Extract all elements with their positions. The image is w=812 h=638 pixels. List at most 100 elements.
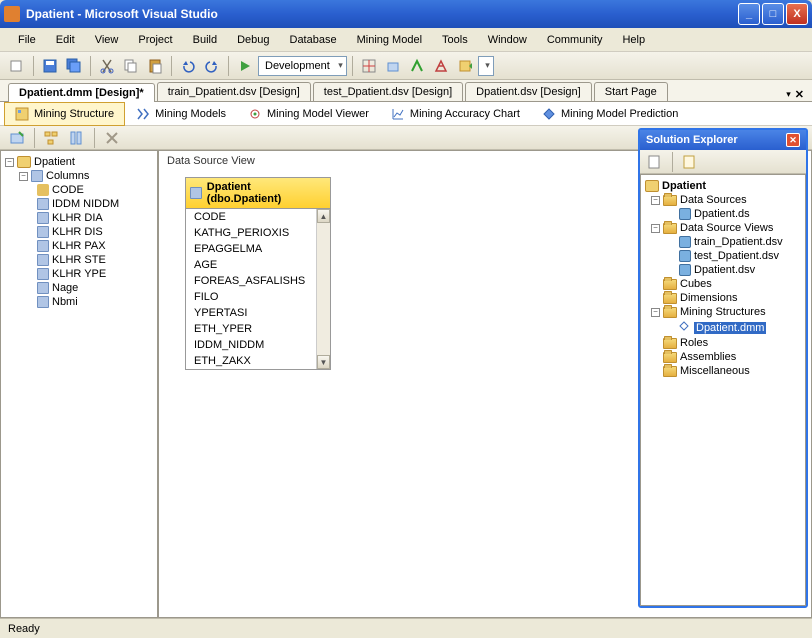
tool-icon[interactable] bbox=[382, 55, 404, 77]
cubes-folder[interactable]: Cubes bbox=[643, 277, 803, 291]
menu-project[interactable]: Project bbox=[128, 32, 182, 48]
save-all-button[interactable] bbox=[63, 55, 85, 77]
dsv-column[interactable]: FILO bbox=[186, 289, 316, 305]
tree-item[interactable]: KLHR DIS bbox=[3, 225, 155, 239]
tree-item[interactable]: KLHR PAX bbox=[3, 239, 155, 253]
redo-button[interactable] bbox=[201, 55, 223, 77]
menu-window[interactable]: Window bbox=[478, 32, 537, 48]
dsv-table-header[interactable]: Dpatient (dbo.Dpatient) bbox=[186, 178, 330, 209]
collapse-icon[interactable]: − bbox=[651, 224, 660, 233]
menu-mining-model[interactable]: Mining Model bbox=[347, 32, 432, 48]
tree-item[interactable]: Nbmi bbox=[3, 295, 155, 309]
tree-item[interactable]: KLHR STE bbox=[3, 253, 155, 267]
ds-item[interactable]: Dpatient.ds bbox=[643, 207, 803, 221]
dsv-folder[interactable]: − Data Source Views bbox=[643, 221, 803, 235]
tab-mining-structure[interactable]: Mining Structure bbox=[4, 102, 125, 126]
process-button[interactable] bbox=[6, 127, 28, 149]
tree-item[interactable]: KLHR DIA bbox=[3, 211, 155, 225]
tab-test-dsv[interactable]: test_Dpatient.dsv [Design] bbox=[313, 82, 463, 101]
close-button[interactable]: X bbox=[786, 3, 808, 25]
project-node[interactable]: Dpatient bbox=[643, 179, 803, 193]
dsv-column[interactable]: FOREAS_ASFALISHS bbox=[186, 273, 316, 289]
new-project-button[interactable] bbox=[6, 55, 28, 77]
tree-item[interactable]: IDDM NIDDM bbox=[3, 197, 155, 211]
tree-root[interactable]: − Dpatient bbox=[3, 155, 155, 169]
dsv-columns-list[interactable]: CODE KATHG_PERIOXIS EPAGGELMA AGE FOREAS… bbox=[186, 209, 330, 369]
dsv-column[interactable]: IDDM_NIDDM bbox=[186, 337, 316, 353]
tool-icon[interactable] bbox=[358, 55, 380, 77]
maximize-button[interactable]: □ bbox=[762, 3, 784, 25]
dsv-table[interactable]: Dpatient (dbo.Dpatient) CODE KATHG_PERIO… bbox=[185, 177, 331, 370]
solution-tree[interactable]: Dpatient − Data Sources Dpatient.ds − Da… bbox=[640, 174, 806, 606]
data-sources-folder[interactable]: − Data Sources bbox=[643, 193, 803, 207]
dsv-column[interactable]: EPAGGELMA bbox=[186, 241, 316, 257]
config-dropdown[interactable]: Development bbox=[258, 56, 347, 76]
show-all-button[interactable] bbox=[679, 151, 701, 173]
dsv-column[interactable]: ETH_YPER bbox=[186, 321, 316, 337]
menu-database[interactable]: Database bbox=[280, 32, 347, 48]
dsv-item[interactable]: train_Dpatient.dsv bbox=[643, 235, 803, 249]
dsv-column[interactable]: AGE bbox=[186, 257, 316, 273]
minimize-button[interactable]: _ bbox=[738, 3, 760, 25]
scrollbar[interactable]: ▲ ▼ bbox=[316, 209, 330, 369]
tab-mining-models[interactable]: Mining Models bbox=[125, 102, 237, 126]
solution-explorer-titlebar[interactable]: Solution Explorer ✕ bbox=[640, 130, 806, 150]
properties-button[interactable] bbox=[644, 151, 666, 173]
collapse-icon[interactable]: − bbox=[5, 158, 14, 167]
scroll-down-icon[interactable]: ▼ bbox=[317, 355, 330, 369]
undo-button[interactable] bbox=[177, 55, 199, 77]
start-button[interactable] bbox=[234, 55, 256, 77]
tab-start-page[interactable]: Start Page bbox=[594, 82, 668, 101]
panel-close-icon[interactable]: ✕ bbox=[786, 133, 800, 147]
dsv-column[interactable]: ETH_ZAKX bbox=[186, 353, 316, 369]
tab-mining-viewer[interactable]: Mining Model Viewer bbox=[237, 102, 380, 126]
tab-dropdown-icon[interactable]: ▾ bbox=[786, 89, 791, 100]
menu-file[interactable]: File bbox=[8, 32, 46, 48]
misc-folder[interactable]: Miscellaneous bbox=[643, 364, 803, 378]
dsv-item[interactable]: test_Dpatient.dsv bbox=[643, 249, 803, 263]
paste-button[interactable] bbox=[144, 55, 166, 77]
tree-view-button[interactable] bbox=[41, 127, 63, 149]
assemblies-folder[interactable]: Assemblies bbox=[643, 350, 803, 364]
collapse-icon[interactable]: − bbox=[651, 308, 660, 317]
menu-debug[interactable]: Debug bbox=[227, 32, 279, 48]
solution-explorer[interactable]: Solution Explorer ✕ Dpatient − Data Sour… bbox=[638, 128, 808, 608]
mining-structure-item[interactable]: Dpatient.dmm bbox=[643, 319, 803, 336]
delete-button[interactable] bbox=[101, 127, 123, 149]
tool-icon[interactable] bbox=[406, 55, 428, 77]
tool-icon[interactable] bbox=[430, 55, 452, 77]
save-button[interactable] bbox=[39, 55, 61, 77]
dsv-column[interactable]: YPERTASI bbox=[186, 305, 316, 321]
tree-item[interactable]: Nage bbox=[3, 281, 155, 295]
tool-icon[interactable] bbox=[454, 55, 476, 77]
columns-button[interactable] bbox=[66, 127, 88, 149]
menu-build[interactable]: Build bbox=[183, 32, 227, 48]
menu-edit[interactable]: Edit bbox=[46, 32, 85, 48]
menu-view[interactable]: View bbox=[85, 32, 129, 48]
cut-button[interactable] bbox=[96, 55, 118, 77]
copy-button[interactable] bbox=[120, 55, 142, 77]
menu-help[interactable]: Help bbox=[612, 32, 655, 48]
tab-mining-accuracy[interactable]: Mining Accuracy Chart bbox=[380, 102, 531, 126]
structure-tree[interactable]: − Dpatient − Columns CODE IDDM NIDDM KLH… bbox=[0, 150, 158, 618]
tree-item[interactable]: KLHR YPE bbox=[3, 267, 155, 281]
dsv-column[interactable]: CODE bbox=[186, 209, 316, 225]
scroll-up-icon[interactable]: ▲ bbox=[317, 209, 330, 223]
collapse-icon[interactable]: − bbox=[651, 196, 660, 205]
tool-dropdown[interactable] bbox=[478, 56, 494, 76]
menu-tools[interactable]: Tools bbox=[432, 32, 478, 48]
roles-folder[interactable]: Roles bbox=[643, 336, 803, 350]
tab-dpatient-dsv[interactable]: Dpatient.dsv [Design] bbox=[465, 82, 592, 101]
dimensions-folder[interactable]: Dimensions bbox=[643, 291, 803, 305]
tab-mining-prediction[interactable]: Mining Model Prediction bbox=[531, 102, 689, 126]
tree-item-code[interactable]: CODE bbox=[3, 183, 155, 197]
tab-dpatient-dmm[interactable]: Dpatient.dmm [Design]* bbox=[8, 83, 155, 102]
mining-structures-folder[interactable]: − Mining Structures bbox=[643, 305, 803, 319]
collapse-icon[interactable]: − bbox=[19, 172, 28, 181]
tab-close-icon[interactable]: ✕ bbox=[795, 88, 804, 101]
dsv-item[interactable]: Dpatient.dsv bbox=[643, 263, 803, 277]
menu-community[interactable]: Community bbox=[537, 32, 613, 48]
tree-columns[interactable]: − Columns bbox=[3, 169, 155, 183]
tab-train-dsv[interactable]: train_Dpatient.dsv [Design] bbox=[157, 82, 311, 101]
dsv-column[interactable]: KATHG_PERIOXIS bbox=[186, 225, 316, 241]
